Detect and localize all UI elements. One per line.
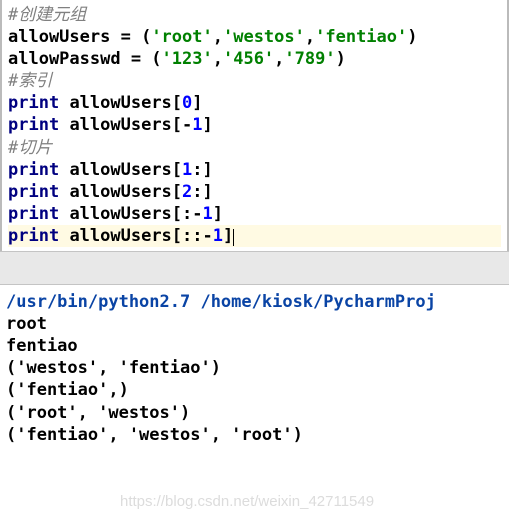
console-output: ('westos', 'fentiao'): [6, 357, 503, 379]
code-line: print allowUsers[2:]: [8, 181, 501, 203]
code-line: #索引: [8, 70, 501, 92]
code-editor[interactable]: #创建元组 allowUsers = ('root','westos','fen…: [0, 0, 509, 251]
code-line: allowPasswd = ('123','456','789'): [8, 48, 501, 70]
comment: #索引: [8, 71, 52, 91]
console-output: ('root', 'westos'): [6, 402, 503, 424]
console-command: /usr/bin/python2.7 /home/kiosk/PycharmPr…: [6, 291, 503, 313]
code-line: print allowUsers[-1]: [8, 114, 501, 136]
output-console[interactable]: /usr/bin/python2.7 /home/kiosk/PycharmPr…: [0, 285, 509, 452]
comment: #切片: [8, 138, 52, 158]
watermark-text: https://blog.csdn.net/weixin_42711549: [120, 493, 374, 510]
console-output: fentiao: [6, 335, 503, 357]
comment: #创建元组: [8, 5, 86, 25]
code-line: print allowUsers[1:]: [8, 159, 501, 181]
code-line: #创建元组: [8, 4, 501, 26]
code-line: print allowUsers[:-1]: [8, 203, 501, 225]
code-line-active: print allowUsers[::-1]: [8, 225, 501, 247]
code-line: allowUsers = ('root','westos','fentiao'): [8, 26, 501, 48]
console-output: ('fentiao', 'westos', 'root'): [6, 424, 503, 446]
console-output: root: [6, 313, 503, 335]
console-output: ('fentiao',): [6, 379, 503, 401]
cursor-caret: [233, 229, 234, 246]
code-line: #切片: [8, 137, 501, 159]
code-line: print allowUsers[0]: [8, 92, 501, 114]
pane-divider[interactable]: [0, 251, 509, 285]
